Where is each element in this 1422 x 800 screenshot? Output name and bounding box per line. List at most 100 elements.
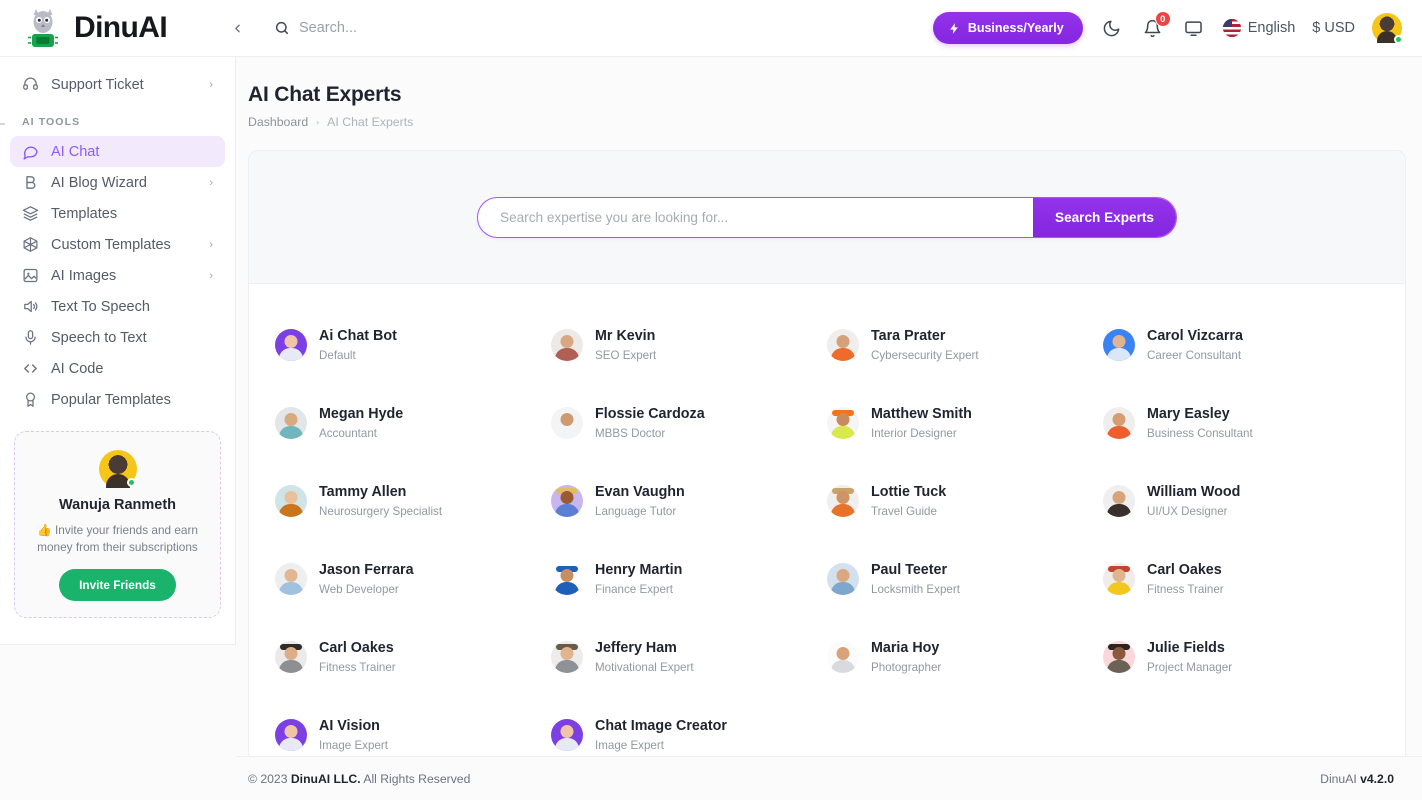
avatar[interactable] [1372, 13, 1403, 44]
sidebar-section-label: AI TOOLS [0, 116, 235, 128]
expert-card[interactable]: Ai Chat Bot Default [275, 306, 551, 384]
expert-info: AI Vision Image Expert [319, 718, 388, 752]
expert-search-bar: Search Experts [477, 196, 1177, 238]
top-bar-actions: Business/Yearly 0 English $ USD [932, 11, 1422, 44]
us-flag-icon [1222, 19, 1241, 37]
expert-avatar [551, 329, 583, 361]
global-search[interactable]: Search... [274, 20, 357, 36]
expert-card[interactable]: William Wood UI/UX Designer [1103, 462, 1379, 540]
expert-avatar [827, 329, 859, 361]
theme-toggle-button[interactable] [1100, 16, 1124, 40]
expert-name: Chat Image Creator [595, 718, 727, 735]
screen-mode-button[interactable] [1182, 16, 1206, 40]
expert-name: Maria Hoy [871, 640, 940, 657]
sidebar-item-ai-code[interactable]: AI Code [10, 353, 225, 384]
breadcrumb-dashboard[interactable]: Dashboard [248, 115, 308, 129]
expert-card[interactable]: Mr Kevin SEO Expert [551, 306, 827, 384]
breadcrumb-current: AI Chat Experts [327, 115, 414, 129]
expert-card[interactable]: Henry Martin Finance Expert [551, 540, 827, 618]
expert-name: William Wood [1147, 484, 1241, 501]
expert-card[interactable]: Carl Oakes Fitness Trainer [275, 618, 551, 696]
expert-name: Flossie Cardoza [595, 406, 705, 423]
expert-card[interactable]: Jason Ferrara Web Developer [275, 540, 551, 618]
currency-selector[interactable]: $ USD [1312, 20, 1355, 36]
sidebar-item-ai-blog-wizard[interactable]: AI Blog Wizard › [10, 167, 225, 198]
expert-card[interactable]: Mary Easley Business Consultant [1103, 384, 1379, 462]
expert-info: Evan Vaughn Language Tutor [595, 484, 685, 518]
sidebar-item-ai-chat[interactable]: AI Chat [10, 136, 225, 167]
expert-role: UI/UX Designer [1147, 504, 1228, 518]
expert-role: SEO Expert [595, 348, 657, 362]
notifications-button[interactable]: 0 [1141, 11, 1171, 40]
language-selector[interactable]: English [1222, 19, 1296, 37]
sidebar-item-templates[interactable]: Templates [10, 198, 225, 229]
expert-name: Tara Prater [871, 328, 946, 345]
expert-name: Mary Easley [1147, 406, 1230, 423]
image-icon [22, 267, 39, 284]
footer-copyright-brand: DinuAI LLC. [290, 771, 361, 786]
expert-avatar [551, 641, 583, 673]
expert-name: Ai Chat Bot [319, 328, 397, 345]
expert-card[interactable]: Tara Prater Cybersecurity Expert [827, 306, 1103, 384]
plan-badge-label: Business/Yearly [967, 21, 1064, 35]
expert-avatar [551, 485, 583, 517]
sidebar-item-support-ticket[interactable]: Support Ticket › [10, 69, 225, 100]
search-experts-button[interactable]: Search Experts [1033, 197, 1176, 237]
expert-avatar [1103, 563, 1135, 595]
support-ticket-icon [22, 76, 39, 93]
expert-card[interactable]: Carl Oakes Fitness Trainer [1103, 540, 1379, 618]
brand[interactable]: DinuAI [0, 6, 210, 50]
expert-info: Jeffery Ham Motivational Expert [595, 640, 694, 674]
main-content: AI Chat Experts Dashboard › AI Chat Expe… [236, 57, 1422, 800]
expert-card[interactable]: Maria Hoy Photographer [827, 618, 1103, 696]
sidebar-item-label: AI Blog Wizard [51, 174, 147, 191]
expert-info: Carol Vizcarra Career Consultant [1147, 328, 1243, 362]
expert-card[interactable]: Jeffery Ham Motivational Expert [551, 618, 827, 696]
expert-card[interactable]: Julie Fields Project Manager [1103, 618, 1379, 696]
sidebar-item-speech-to-text[interactable]: Speech to Text [10, 322, 225, 353]
expert-role: MBBS Doctor [595, 426, 666, 440]
invite-friends-card: Wanuja Ranmeth 👍 Invite your friends and… [14, 431, 221, 619]
sidebar-collapse-button[interactable] [224, 15, 250, 41]
sidebar-item-label: AI Images [51, 267, 117, 284]
expert-name: Jeffery Ham [595, 640, 677, 657]
expert-card[interactable]: Lottie Tuck Travel Guide [827, 462, 1103, 540]
code-brackets-icon [22, 360, 39, 377]
footer-copyright-suffix: All Rights Reserved [360, 771, 471, 786]
lightning-bolt-icon [948, 22, 961, 35]
expert-card[interactable]: Evan Vaughn Language Tutor [551, 462, 827, 540]
invite-user-name: Wanuja Ranmeth [58, 497, 177, 513]
expert-card[interactable]: Megan Hyde Accountant [275, 384, 551, 462]
sidebar-item-label: Templates [51, 205, 118, 222]
plan-badge[interactable]: Business/Yearly [932, 12, 1083, 44]
sidebar-item-custom-templates[interactable]: Custom Templates › [10, 229, 225, 260]
invite-friends-button[interactable]: Invite Friends [59, 569, 176, 602]
expert-card[interactable]: Paul Teeter Locksmith Expert [827, 540, 1103, 618]
expert-info: Carl Oakes Fitness Trainer [1147, 562, 1224, 596]
search-input[interactable] [478, 197, 1033, 237]
expert-info: William Wood UI/UX Designer [1147, 484, 1240, 518]
expert-card[interactable]: Carol Vizcarra Career Consultant [1103, 306, 1379, 384]
expert-avatar [1103, 329, 1135, 361]
footer-version-label: DinuAI [1320, 771, 1361, 786]
expert-avatar [551, 407, 583, 439]
expert-role: Image Expert [595, 738, 664, 752]
expert-name: Megan Hyde [319, 406, 404, 423]
expert-role: Career Consultant [1147, 348, 1242, 362]
sidebar-item-text-to-speech[interactable]: Text To Speech [10, 291, 225, 322]
language-label: English [1247, 20, 1296, 36]
expert-info: Tammy Allen Neurosurgery Specialist [319, 484, 442, 518]
expert-role: Default [319, 348, 356, 362]
expert-card[interactable]: Flossie Cardoza MBBS Doctor [551, 384, 827, 462]
expert-card[interactable]: Tammy Allen Neurosurgery Specialist [275, 462, 551, 540]
sidebar-item-ai-images[interactable]: AI Images › [10, 260, 225, 291]
chevron-right-icon: › [209, 269, 213, 282]
expert-role: Finance Expert [595, 582, 673, 596]
expert-name: Carl Oakes [1147, 562, 1222, 579]
chevron-right-icon: › [209, 78, 213, 91]
sidebar-item-popular-templates[interactable]: Popular Templates [10, 384, 225, 415]
expert-card[interactable]: Matthew Smith Interior Designer [827, 384, 1103, 462]
sidebar-item-label: Support Ticket [51, 76, 144, 93]
expert-avatar [1103, 407, 1135, 439]
global-search-placeholder: Search... [299, 20, 358, 36]
